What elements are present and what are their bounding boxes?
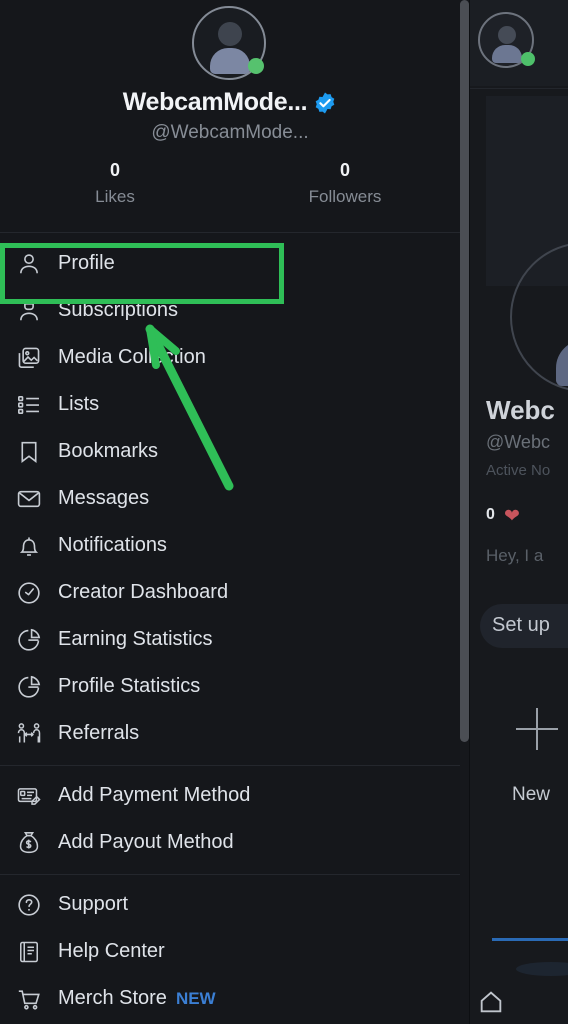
background-setup-button[interactable]: Set up <box>480 604 568 648</box>
sidebar-item-label: Profile <box>58 252 115 274</box>
sidebar-item-label: Add Payment Method <box>58 784 251 806</box>
envelope-icon <box>12 482 46 516</box>
sidebar-item-help-center[interactable]: Help Center <box>0 928 460 975</box>
sidebar-item-label: Support <box>58 893 129 915</box>
sidebar-item-label: Lists <box>58 393 100 415</box>
dashboard-gauge-icon <box>12 576 46 610</box>
stat-likes[interactable]: 0 Likes <box>0 158 230 212</box>
sidebar-item-label: Add Payout Method <box>58 831 234 853</box>
sidebar-item-label: Messages <box>58 487 150 509</box>
person-avatar-icon <box>218 22 242 46</box>
menu-divider <box>0 765 460 766</box>
app-screen: Webc @Webc Active No 0 ❤ Hey, I a Set up… <box>0 0 568 1024</box>
display-name-row: WebcamMode... <box>0 88 460 117</box>
plus-icon[interactable] <box>516 708 558 750</box>
stat-likes-label: Likes <box>95 187 135 206</box>
background-likes-count: 0 <box>486 506 495 523</box>
avatar-body-icon <box>492 45 522 63</box>
sidebar-item-add-payout-method[interactable]: Add Payout Method <box>0 819 460 866</box>
background-handle: @Webc <box>486 432 550 452</box>
money-bag-icon <box>12 826 46 860</box>
sidebar-item-label: Media Collection <box>58 346 206 368</box>
sidebar-item-label: Help Center <box>58 940 165 962</box>
shopping-cart-icon <box>12 982 46 1016</box>
navigation-drawer: WebcamMode... @WebcamMode... 0 Likes 0 F… <box>0 0 460 1024</box>
menu-divider <box>0 874 460 875</box>
profile-stats: 0 Likes 0 Followers <box>0 158 460 212</box>
subscriptions-person-icon <box>12 294 46 328</box>
drawer-menu: Profile Subscriptions Media Collection L… <box>0 240 460 1022</box>
profile-handle: @WebcamMode... <box>151 122 309 143</box>
avatar[interactable] <box>192 6 266 80</box>
referrals-people-icon <box>12 717 46 751</box>
person-icon <box>12 247 46 281</box>
background-blob <box>516 962 568 976</box>
background-new-post-label: New <box>512 784 551 805</box>
sidebar-item-label: Bookmarks <box>58 440 159 462</box>
sidebar-item-label: Earning Statistics <box>58 628 213 650</box>
sidebar-item-profile[interactable]: Profile <box>0 240 460 287</box>
profile-header: WebcamMode... @WebcamMode... 0 Likes 0 F… <box>0 0 460 240</box>
status-badge: NEW <box>175 988 216 1008</box>
background-active-status: Active No <box>486 462 551 479</box>
sidebar-item-label: Merch Store <box>58 987 167 1009</box>
online-status-dot <box>248 58 264 74</box>
background-app-view: Webc @Webc Active No 0 ❤ Hey, I a Set up… <box>470 0 568 1024</box>
pie-chart-icon <box>12 623 46 657</box>
sidebar-item-label: Notifications <box>58 534 167 556</box>
sidebar-item-label: Referrals <box>58 722 140 744</box>
heart-icon: ❤ <box>504 506 520 527</box>
verified-badge-icon <box>313 91 337 115</box>
background-progress-line <box>492 938 568 941</box>
sidebar-item-label: Profile Statistics <box>58 675 201 697</box>
sidebar-item-earning-statistics[interactable]: Earning Statistics <box>0 616 460 663</box>
stat-followers[interactable]: 0 Followers <box>230 158 460 212</box>
sidebar-item-notifications[interactable]: Notifications <box>0 522 460 569</box>
background-display-name: Webc <box>486 395 555 425</box>
bell-icon <box>12 529 46 563</box>
background-bio-text: Hey, I a <box>486 546 544 565</box>
online-status-dot <box>521 52 535 66</box>
sidebar-item-support[interactable]: Support <box>0 881 460 928</box>
payment-card-edit-icon <box>12 779 46 813</box>
sidebar-item-creator-dashboard[interactable]: Creator Dashboard <box>0 569 460 616</box>
sidebar-item-bookmarks[interactable]: Bookmarks <box>0 428 460 475</box>
avatar-head-icon <box>498 26 516 44</box>
stat-followers-value: 0 <box>339 160 350 180</box>
background-divider <box>470 88 568 89</box>
home-icon[interactable] <box>476 988 506 1016</box>
sidebar-item-profile-statistics[interactable]: Profile Statistics <box>0 663 460 710</box>
sidebar-item-lists[interactable]: Lists <box>0 381 460 428</box>
question-circle-icon <box>12 888 46 922</box>
avatar-body-icon <box>210 48 250 74</box>
header-divider <box>0 232 460 233</box>
sidebar-item-messages[interactable]: Messages <box>0 475 460 522</box>
sidebar-item-merch-store[interactable]: Merch Store NEW <box>0 975 460 1022</box>
sidebar-item-subscriptions[interactable]: Subscriptions <box>0 287 460 334</box>
vertical-scrollbar[interactable] <box>460 0 469 742</box>
background-setup-button-label: Set up <box>492 614 550 636</box>
list-icon <box>12 388 46 422</box>
background-avatar <box>478 12 535 68</box>
sidebar-item-media-collection[interactable]: Media Collection <box>0 334 460 381</box>
sidebar-item-referrals[interactable]: Referrals <box>0 710 460 757</box>
pie-chart-icon <box>12 670 46 704</box>
avatar-body-icon <box>556 340 568 386</box>
bookmark-icon <box>12 435 46 469</box>
sidebar-item-add-payment-method[interactable]: Add Payment Method <box>0 772 460 819</box>
stat-likes-value: 0 <box>109 160 120 180</box>
sidebar-item-label: Subscriptions <box>58 299 179 321</box>
image-stack-icon <box>12 341 46 375</box>
sidebar-item-label: Creator Dashboard <box>58 581 229 603</box>
page-title: WebcamMode... <box>122 88 308 116</box>
stat-followers-label: Followers <box>308 187 382 206</box>
book-icon <box>12 935 46 969</box>
